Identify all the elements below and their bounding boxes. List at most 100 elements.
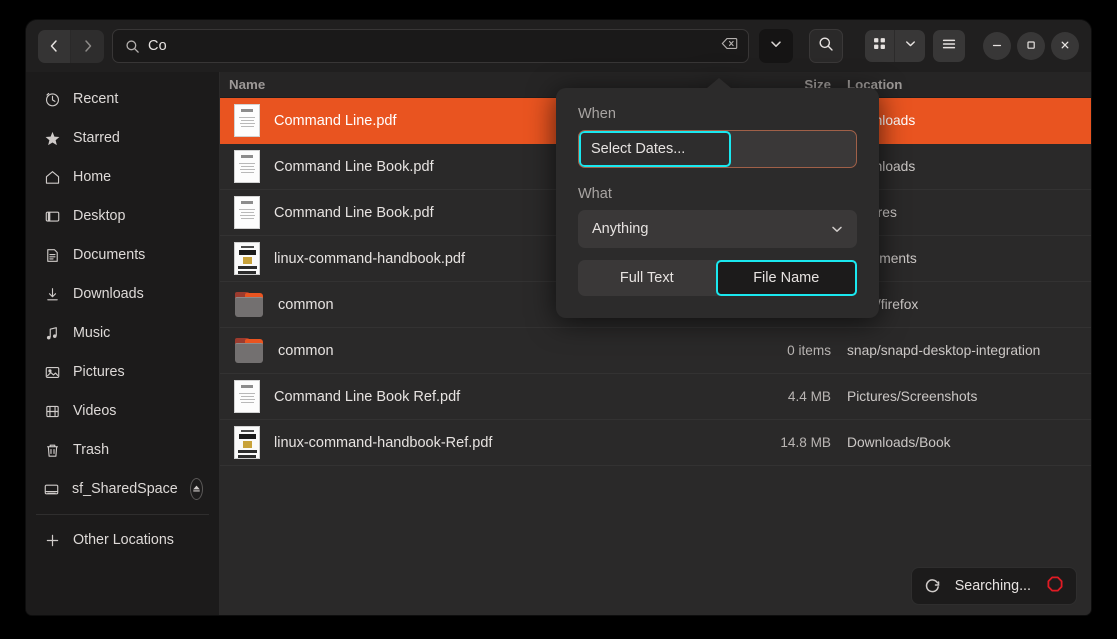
file-name-label: linux-command-handbook.pdf — [274, 251, 465, 267]
sidebar-item-label: Desktop — [73, 208, 202, 224]
clear-backspace-icon — [721, 36, 738, 56]
sidebar-item-documents[interactable]: Documents — [33, 237, 212, 273]
popup-content: When Select Dates... What Anything Full … — [556, 88, 879, 318]
search-options-dropdown-button[interactable] — [759, 29, 793, 63]
file-name-label: Command Line Book Ref.pdf — [274, 389, 460, 405]
what-label: What — [578, 186, 857, 202]
minimize-button[interactable] — [983, 32, 1011, 60]
forward-button[interactable] — [71, 30, 104, 63]
header-right-controls — [865, 30, 1079, 62]
stop-search-button[interactable] — [1045, 576, 1065, 596]
sidebar-item-starred[interactable]: Starred — [33, 120, 212, 156]
sidebar-item-downloads[interactable]: Downloads — [33, 276, 212, 312]
file-size-cell: 0 items — [743, 343, 839, 358]
status-label: Searching... — [955, 578, 1031, 594]
sidebar-item-label: Pictures — [73, 364, 202, 380]
file-name-button[interactable]: File Name — [716, 260, 858, 296]
back-button[interactable] — [38, 30, 71, 63]
search-scope-toggle: Full Text File Name — [578, 260, 857, 296]
file-location-cell: snap/snapd-desktop-integration — [839, 343, 1091, 358]
desktop: Co — [0, 0, 1117, 639]
view-mode-group — [865, 30, 925, 62]
download-icon — [43, 286, 61, 303]
file-location-cell: Downloads/Book — [839, 435, 1091, 450]
file-name-cell: Command Line Book Ref.pdf — [229, 380, 743, 413]
chevron-right-icon — [80, 38, 96, 54]
file-name-label: common — [278, 297, 334, 313]
when-row: Select Dates... — [578, 130, 857, 168]
folder-icon — [234, 292, 264, 317]
document-icon — [43, 247, 61, 264]
search-toggle-button[interactable] — [809, 29, 843, 63]
eject-icon — [191, 483, 202, 496]
maximize-icon — [1025, 39, 1037, 54]
header-bar: Co — [26, 20, 1091, 72]
folder-icon — [234, 338, 264, 363]
pdf-doc-thumb-icon — [234, 104, 260, 137]
sidebar-item-label: Starred — [73, 130, 202, 146]
sidebar-item-label: Music — [73, 325, 202, 341]
dates-empty-area — [731, 131, 856, 167]
chevron-down-icon — [903, 36, 918, 56]
table-row[interactable]: Command Line Book Ref.pdf 4.4 MB Picture… — [220, 374, 1091, 420]
table-row[interactable]: linux-command-handbook-Ref.pdf 14.8 MB D… — [220, 420, 1091, 466]
hamburger-menu-icon — [941, 36, 957, 57]
music-note-icon — [43, 325, 61, 342]
pdf-book-thumb-icon — [234, 242, 260, 275]
file-name-label: common — [278, 343, 334, 359]
popup-arrow — [707, 78, 731, 88]
home-icon — [43, 169, 61, 186]
sidebar-item-label: Trash — [73, 442, 202, 458]
desktop-icon — [43, 208, 61, 225]
pdf-doc-thumb-icon — [234, 150, 260, 183]
sidebar-item-trash[interactable]: Trash — [33, 432, 212, 468]
navigation-group — [38, 30, 104, 63]
file-name-cell: common — [229, 338, 743, 363]
pdf-book-thumb-icon — [234, 426, 260, 459]
main-menu-button[interactable] — [933, 30, 965, 62]
what-type-dropdown[interactable]: Anything — [578, 210, 857, 248]
grid-view-button[interactable] — [865, 30, 895, 62]
full-text-button[interactable]: Full Text — [578, 260, 716, 296]
what-type-value: Anything — [592, 221, 829, 237]
file-name-label: Command Line Book.pdf — [274, 159, 434, 175]
window-controls — [983, 32, 1079, 60]
clock-icon — [43, 91, 61, 108]
file-name-label: Command Line Book.pdf — [274, 205, 434, 221]
trash-icon — [43, 442, 61, 459]
sidebar-item-label: Videos — [73, 403, 202, 419]
sidebar-item-desktop[interactable]: Desktop — [33, 198, 212, 234]
sidebar-item-other-locations[interactable]: Other Locations — [33, 522, 212, 558]
clear-search-button[interactable] — [716, 33, 742, 59]
sidebar-item-pictures[interactable]: Pictures — [33, 354, 212, 390]
search-options-popup: When Select Dates... What Anything Full … — [556, 78, 879, 318]
star-icon — [43, 130, 61, 147]
drive-icon — [43, 481, 60, 498]
select-dates-button[interactable]: Select Dates... — [579, 131, 731, 167]
pdf-doc-thumb-icon — [234, 196, 260, 229]
table-row[interactable]: common 0 items snap/snapd-desktop-integr… — [220, 328, 1091, 374]
file-manager-window: Co — [26, 20, 1091, 615]
file-name-label: Command Line.pdf — [274, 113, 397, 129]
sidebar-item-sf-sharedspace[interactable]: sf_SharedSpace — [33, 471, 212, 507]
grid-view-icon — [872, 36, 887, 56]
close-button[interactable] — [1051, 32, 1079, 60]
sidebar-item-videos[interactable]: Videos — [33, 393, 212, 429]
sidebar-item-label: sf_SharedSpace — [72, 481, 178, 497]
spinner-icon — [924, 578, 941, 595]
search-input[interactable]: Co — [148, 38, 716, 54]
sidebar-item-music[interactable]: Music — [33, 315, 212, 351]
search-bar[interactable]: Co — [112, 29, 749, 63]
eject-button[interactable] — [190, 478, 203, 500]
sidebar-item-home[interactable]: Home — [33, 159, 212, 195]
view-options-button[interactable] — [895, 30, 925, 62]
stop-octagon-icon — [1046, 575, 1064, 598]
search-status-bar: Searching... — [911, 567, 1077, 605]
when-label: When — [578, 106, 857, 122]
maximize-button[interactable] — [1017, 32, 1045, 60]
pdf-doc-thumb-icon — [234, 380, 260, 413]
sidebar-item-label: Home — [73, 169, 202, 185]
file-name-cell: linux-command-handbook-Ref.pdf — [229, 426, 743, 459]
chevron-left-icon — [46, 38, 62, 54]
sidebar-item-recent[interactable]: Recent — [33, 81, 212, 117]
